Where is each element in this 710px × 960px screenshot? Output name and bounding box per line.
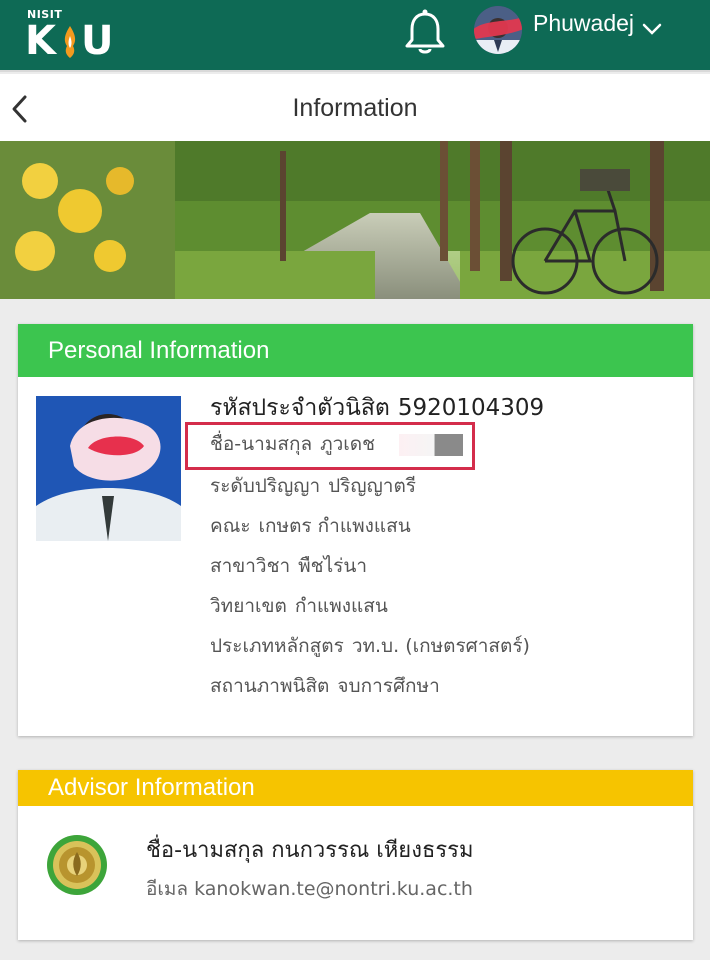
advisor-name-row: ชื่อ-นามสกุล กนกวรรณ เหียงธรรม (146, 832, 474, 867)
advisor-information-card: Advisor Information ชื่อ-นามสกุล กนกวรรณ… (18, 770, 693, 940)
status-row: สถานภาพนิสิต จบการศึกษา (210, 666, 544, 706)
chevron-down-icon[interactable] (640, 20, 664, 38)
name-highlight-box (185, 422, 475, 470)
logo-k-letter: K (25, 18, 56, 64)
student-photo (36, 396, 181, 541)
major-row: สาขาวิชา พืชไร่นา (210, 546, 544, 586)
campus-value: กำแพงแสน (294, 595, 388, 617)
flame-icon (64, 26, 76, 58)
degree-label: ระดับปริญญา (210, 475, 321, 497)
advisor-information-header: Advisor Information (18, 770, 693, 806)
student-id-row: รหัสประจำตัวนิสิต 5920104309 (210, 392, 544, 424)
campus-banner-image (0, 141, 710, 299)
status-label: สถานภาพนิสิต (210, 675, 330, 697)
campus-row: วิทยาเขต กำแพงแสน (210, 586, 544, 626)
user-avatar[interactable] (474, 6, 522, 54)
logo-u-letter: U (81, 18, 114, 64)
ku-logo-icon[interactable]: NISIT K U (25, 8, 115, 64)
advisor-email-value[interactable]: kanokwan.te@nontri.ku.ac.th (194, 878, 473, 900)
major-label: สาขาวิชา (210, 555, 291, 577)
major-value: พืชไร่นา (298, 555, 367, 577)
advisor-name-label: ชื่อ-นามสกุล (146, 838, 265, 863)
campus-label: วิทยาเขต (210, 595, 287, 617)
personal-information-card: Personal Information รหัสประจำตัวนิสิต 59… (18, 324, 693, 736)
student-id-value: 5920104309 (397, 395, 545, 421)
top-app-bar: NISIT K U Phuwadej (0, 0, 710, 72)
title-bar: Information (0, 74, 710, 142)
degree-row: ระดับปริญญา ปริญญาตรี (210, 466, 544, 506)
program-label: ประเภทหลักสูตร (210, 635, 344, 657)
advisor-name-value: กนกวรรณ เหียงธรรม (271, 838, 474, 863)
status-value: จบการศึกษา (337, 675, 440, 697)
advisor-email-label: อีเมล (146, 878, 189, 900)
personal-information-header: Personal Information (18, 324, 693, 377)
program-row: ประเภทหลักสูตร วท.บ. (เกษตรศาสตร์) (210, 626, 544, 666)
faculty-label: คณะ (210, 515, 251, 537)
university-seal-icon (47, 835, 107, 895)
faculty-value: เกษตร กำแพงแสน (258, 515, 411, 537)
username-label[interactable]: Phuwadej (533, 10, 634, 37)
faculty-row: คณะ เกษตร กำแพงแสน (210, 506, 544, 546)
degree-value: ปริญญาตรี (328, 475, 416, 497)
bell-icon[interactable] (402, 8, 448, 56)
page-title: Information (292, 94, 418, 122)
advisor-email-row: อีเมล kanokwan.te@nontri.ku.ac.th (146, 874, 473, 904)
student-id-label: รหัสประจำตัวนิสิต (210, 395, 390, 421)
program-value: วท.บ. (เกษตรศาสตร์) (351, 635, 530, 657)
